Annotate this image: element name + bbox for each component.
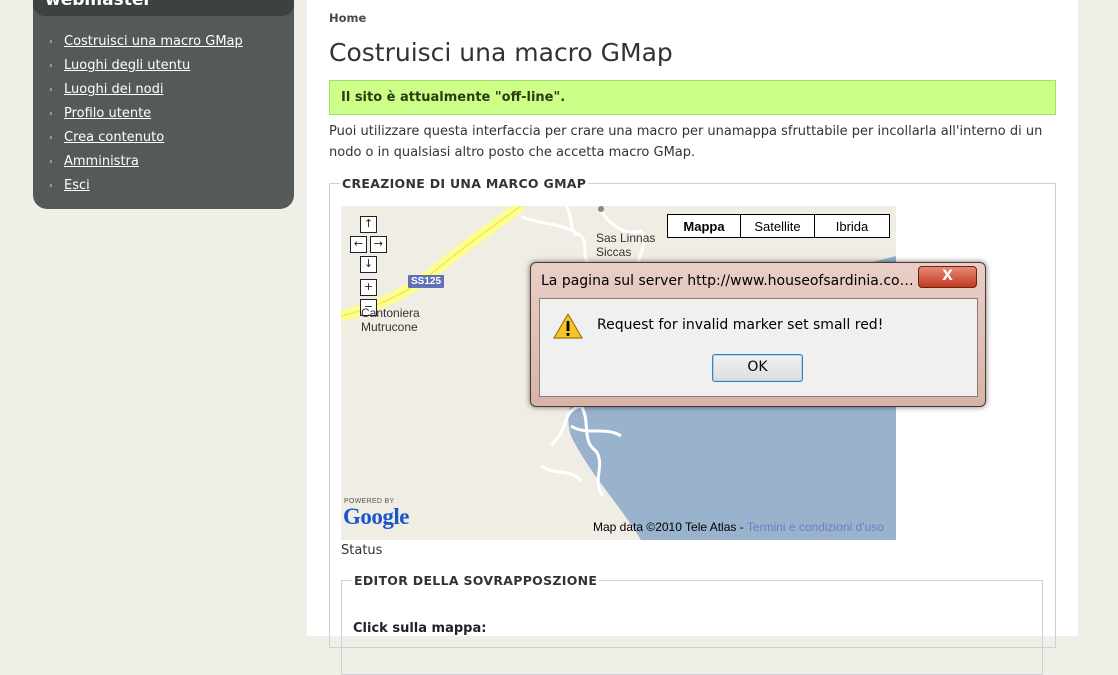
bullet-icon: ›	[49, 61, 53, 71]
ok-button[interactable]: OK	[712, 354, 803, 382]
map-place-line: Mutrucone	[361, 320, 418, 334]
offline-message: Il sito è attualmente "off-line".	[341, 90, 566, 105]
google-logo-text: Google	[343, 504, 410, 529]
bullet-icon: ›	[49, 85, 53, 95]
click-map-label: Click sulla mappa:	[353, 621, 487, 636]
sidebar-item-costruisci-macro[interactable]: › Costruisci una macro GMap	[49, 34, 243, 49]
sidebar-item-luoghi-nodi[interactable]: › Luoghi dei nodi	[49, 82, 164, 97]
map-place-line: Sas Linnas	[596, 231, 656, 245]
sidebar-item-label: Crea contenuto	[64, 130, 165, 145]
sidebar-item-crea-contenuto[interactable]: › Crea contenuto	[49, 130, 164, 145]
bullet-icon: ›	[49, 181, 53, 191]
page-title: Costruisci una macro GMap	[329, 38, 673, 67]
map-place-label: Cantoniera Mutrucone	[361, 306, 420, 334]
sidebar-header: webmaster	[33, 0, 294, 16]
map-dot	[598, 206, 604, 212]
close-button[interactable]: X	[918, 266, 977, 288]
map-type-switcher: Mappa Satellite Ibrida	[667, 214, 890, 238]
status-label: Status	[341, 543, 383, 558]
pan-down-button[interactable]: ↓	[360, 256, 377, 273]
sidebar-item-label: Luoghi dei nodi	[64, 82, 164, 97]
map-place-line: Cantoniera	[361, 306, 420, 320]
terms-link[interactable]: Termini e condizioni d'uso	[747, 520, 884, 534]
sidebar-item-amministra[interactable]: › Amministra	[49, 154, 139, 169]
map-place-label: Sas Linnas Siccas	[596, 231, 655, 259]
sidebar-item-luoghi-utenti[interactable]: › Luoghi degli utentu	[49, 58, 190, 73]
bullet-icon: ›	[49, 133, 53, 143]
road-shield: SS125	[408, 275, 445, 288]
sidebar-item-profilo[interactable]: › Profilo utente	[49, 106, 151, 121]
pan-up-button[interactable]: ↑	[360, 216, 377, 233]
map-type-satellite-button[interactable]: Satellite	[741, 214, 815, 238]
map-copyright: Map data ©2010 Tele Atlas - Termini e co…	[593, 520, 884, 534]
sidebar-item-label: Luoghi degli utentu	[64, 58, 191, 73]
bullet-icon: ›	[49, 109, 53, 119]
intro-text: Puoi utilizzare questa interfaccia per c…	[329, 124, 1043, 160]
breadcrumb-home[interactable]: Home	[329, 11, 366, 25]
sidebar: webmaster › Costruisci una macro GMap › Lu…	[33, 0, 294, 209]
bullet-icon: ›	[49, 157, 53, 167]
close-icon: X	[942, 268, 953, 284]
map-type-mappa-button[interactable]: Mappa	[667, 214, 741, 238]
sidebar-item-label: Esci	[64, 178, 90, 193]
map-place-line: Siccas	[596, 245, 632, 259]
sidebar-title: webmaster	[45, 0, 152, 10]
map-type-ibrida-button[interactable]: Ibrida	[815, 214, 890, 238]
dialog-body: Request for invalid marker set small red…	[539, 298, 978, 397]
alert-dialog: La pagina sul server http://www.houseofs…	[530, 262, 986, 407]
google-logo[interactable]: Google	[343, 504, 410, 530]
dialog-title: La pagina sul server http://www.houseofs…	[541, 273, 917, 289]
fieldset-legend: EDITOR DELLA SOVRAPPOSZIONE	[354, 573, 598, 588]
fieldset-legend: CREAZIONE DI UNA MARCO GMAP	[342, 176, 587, 191]
warning-icon	[553, 313, 583, 339]
pan-left-button[interactable]: ←	[350, 236, 367, 253]
offline-notice: Il sito è attualmente "off-line".	[329, 80, 1056, 115]
dialog-message: Request for invalid marker set small red…	[597, 317, 884, 333]
sidebar-item-label: Costruisci una macro GMap	[64, 34, 243, 49]
bullet-icon: ›	[49, 37, 53, 47]
zoom-in-button[interactable]: +	[360, 279, 377, 296]
pan-right-button[interactable]: →	[370, 236, 387, 253]
sidebar-item-label: Profilo utente	[64, 106, 152, 121]
sidebar-item-esci[interactable]: › Esci	[49, 178, 90, 193]
map-data-text: Map data ©2010 Tele Atlas -	[593, 520, 747, 534]
sidebar-item-label: Amministra	[64, 154, 139, 169]
